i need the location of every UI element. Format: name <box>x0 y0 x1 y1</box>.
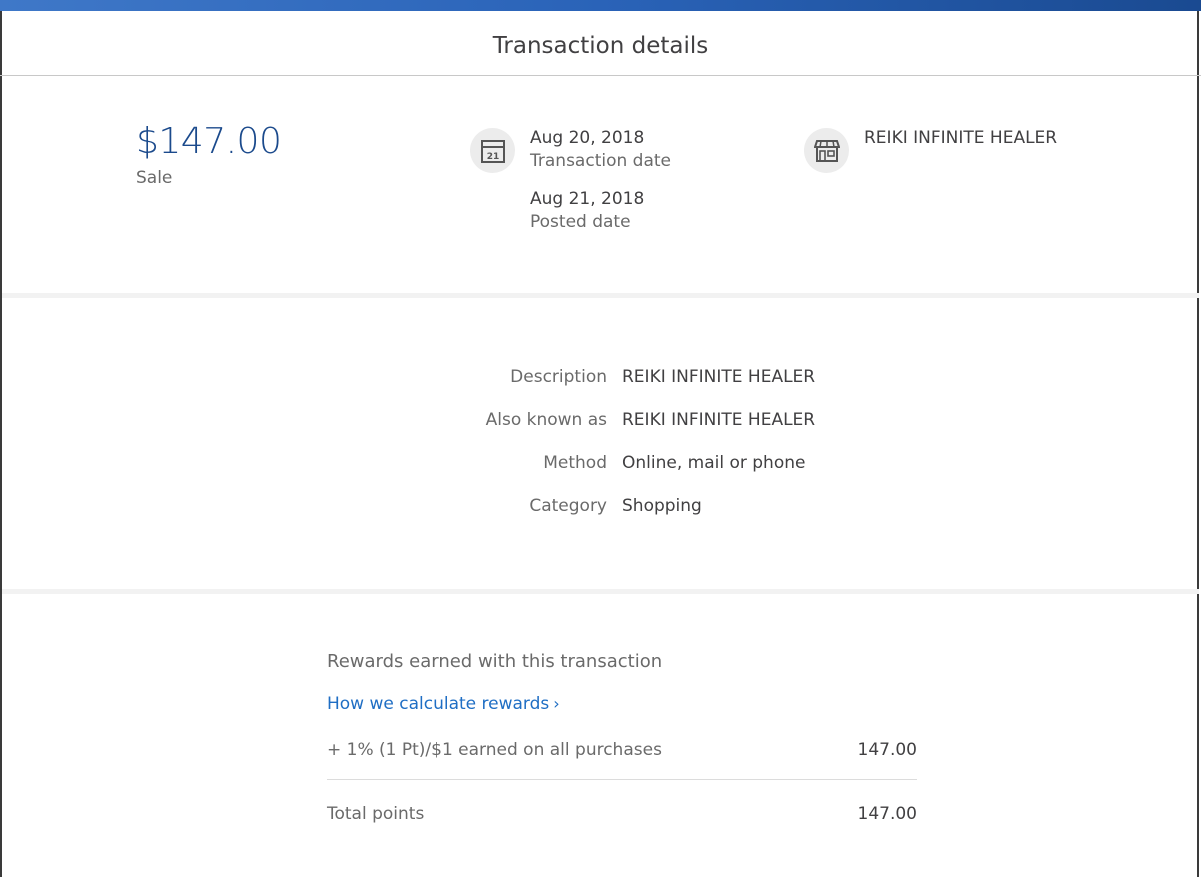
section-divider <box>2 589 1199 594</box>
rewards-title: Rewards earned with this transaction <box>327 651 663 672</box>
total-points-value: 147.00 <box>857 804 917 824</box>
how-we-calculate-rewards-link[interactable]: How we calculate rewards › <box>327 694 560 714</box>
transaction-amount: $147.00 <box>136 121 282 162</box>
category-value: Shopping <box>622 496 702 516</box>
reward-earn-rate-label: + 1% (1 Pt)/$1 earned on all purchases <box>327 740 662 760</box>
calendar-icon: 21 <box>470 128 515 173</box>
svg-text:21: 21 <box>486 152 499 162</box>
posted-date-label: Posted date <box>530 212 631 232</box>
also-known-as-value: REIKI INFINITE HEALER <box>622 410 816 430</box>
transaction-date-label: Transaction date <box>530 151 671 171</box>
reward-earn-rate-value: 147.00 <box>857 740 917 760</box>
method-value: Online, mail or phone <box>622 453 806 473</box>
storefront-icon <box>804 128 849 173</box>
method-label: Method <box>543 453 607 473</box>
transaction-type: Sale <box>136 168 173 188</box>
rewards-row-divider <box>327 779 917 780</box>
brand-bar <box>0 0 1201 11</box>
description-value: REIKI INFINITE HEALER <box>622 367 816 387</box>
rewards-link-label: How we calculate rewards <box>327 694 550 714</box>
transaction-date: Aug 20, 2018 <box>530 128 645 148</box>
merchant-name: REIKI INFINITE HEALER <box>864 128 1058 148</box>
page-title: Transaction details <box>492 33 709 59</box>
section-divider <box>2 293 1199 298</box>
chevron-right-icon: › <box>553 694 560 713</box>
description-label: Description <box>510 367 607 387</box>
category-label: Category <box>529 496 607 516</box>
page-header: Transaction details <box>0 11 1201 76</box>
posted-date: Aug 21, 2018 <box>530 189 645 209</box>
also-known-as-label: Also known as <box>485 410 607 430</box>
total-points-label: Total points <box>327 804 425 824</box>
